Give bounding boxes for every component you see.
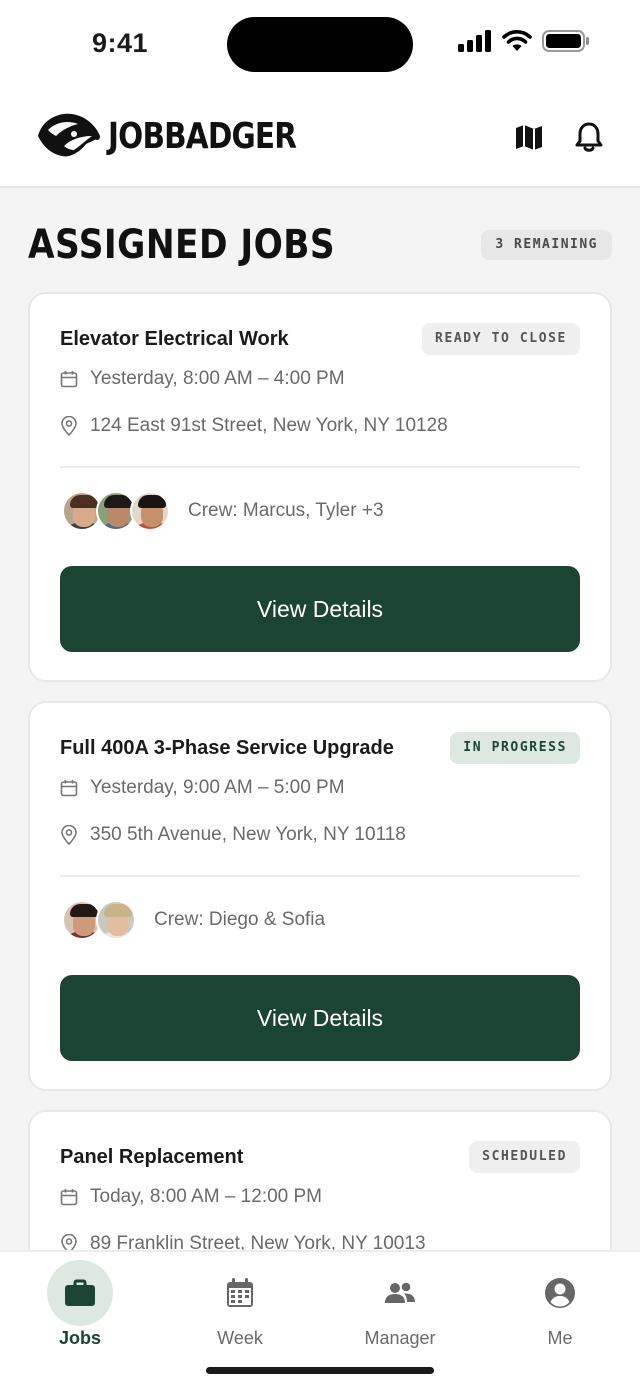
status-bar: 9:41 xyxy=(0,0,640,88)
job-time-text: Today, 8:00 AM – 12:00 PM xyxy=(90,1186,323,1207)
tab-me[interactable]: Me xyxy=(480,1260,640,1360)
job-card: Full 400A 3-Phase Service Upgrade IN PRO… xyxy=(28,701,612,1091)
tab-icon-wrap xyxy=(47,1260,113,1326)
tab-week[interactable]: Week xyxy=(160,1260,320,1360)
status-badge: IN PROGRESS xyxy=(450,732,580,764)
job-time: Yesterday, 9:00 AM – 5:00 PM xyxy=(60,777,345,799)
status-badge: SCHEDULED xyxy=(469,1141,580,1173)
avatar xyxy=(96,900,136,940)
calendar-icon xyxy=(60,371,78,388)
job-time-text: Yesterday, 9:00 AM – 5:00 PM xyxy=(90,777,345,798)
job-title: Panel Replacement xyxy=(60,1146,244,1168)
tab-label: Jobs xyxy=(58,1328,101,1348)
badger-icon xyxy=(38,113,100,157)
status-badge: READY TO CLOSE xyxy=(422,323,580,355)
job-title: Full 400A 3-Phase Service Upgrade xyxy=(60,737,394,759)
signal-icon xyxy=(458,30,491,52)
tab-label: Manager xyxy=(364,1328,436,1348)
job-card: Elevator Electrical Work READY TO CLOSE … xyxy=(28,292,612,682)
tab-label: Week xyxy=(217,1328,263,1348)
page-title: ASSIGNED JOBS xyxy=(28,222,336,268)
crew-row: Crew: Marcus, Tyler +3 xyxy=(62,491,384,531)
map-button[interactable] xyxy=(512,120,546,154)
crew-row: Crew: Diego & Sofia xyxy=(62,900,325,940)
briefcase-icon xyxy=(65,1279,95,1306)
bell-icon xyxy=(575,122,603,152)
avatar xyxy=(130,491,170,531)
dynamic-island xyxy=(227,17,413,72)
location-pin-icon xyxy=(61,416,77,436)
job-address-text: 124 East 91st Street, New York, NY 10128 xyxy=(90,415,448,436)
map-icon xyxy=(516,125,542,150)
tab-jobs[interactable]: Jobs xyxy=(0,1260,160,1360)
home-indicator xyxy=(206,1367,434,1374)
crew-text: Crew: Marcus, Tyler +3 xyxy=(188,500,384,521)
crew-text: Crew: Diego & Sofia xyxy=(154,909,326,930)
brand-name: JOBBADGER xyxy=(108,115,297,157)
person-icon xyxy=(545,1278,575,1308)
location-pin-icon xyxy=(61,825,77,845)
brand-logo[interactable]: JOBBADGER xyxy=(34,106,337,166)
job-time: Yesterday, 8:00 AM – 4:00 PM xyxy=(60,368,345,390)
status-time: 9:41 xyxy=(92,28,149,58)
view-details-button[interactable]: View Details xyxy=(60,566,580,652)
tab-label: Me xyxy=(547,1328,573,1348)
remaining-badge: 3 REMAINING xyxy=(481,230,612,260)
tab-icon-wrap xyxy=(207,1260,273,1326)
calendar-icon xyxy=(227,1278,253,1307)
card-divider xyxy=(60,466,580,468)
app-header: JOBBADGER xyxy=(0,88,640,188)
calendar-icon xyxy=(60,780,78,797)
status-icons xyxy=(458,30,590,52)
tab-icon-wrap xyxy=(367,1260,433,1326)
wifi-icon xyxy=(502,30,532,51)
card-divider xyxy=(60,875,580,877)
tab-manager[interactable]: Manager xyxy=(320,1260,480,1360)
battery-icon xyxy=(542,30,589,52)
job-address: 124 East 91st Street, New York, NY 10128 xyxy=(60,415,448,437)
calendar-icon xyxy=(60,1189,78,1206)
notifications-button[interactable] xyxy=(572,120,606,154)
people-icon xyxy=(385,1282,415,1303)
tab-icon-wrap xyxy=(527,1260,593,1326)
job-title: Elevator Electrical Work xyxy=(60,328,289,350)
job-time-text: Yesterday, 8:00 AM – 4:00 PM xyxy=(90,368,345,389)
view-details-button[interactable]: View Details xyxy=(60,975,580,1061)
job-time: Today, 8:00 AM – 12:00 PM xyxy=(60,1186,322,1208)
job-address-text: 350 5th Avenue, New York, NY 10118 xyxy=(90,824,406,845)
job-address: 350 5th Avenue, New York, NY 10118 xyxy=(60,824,406,846)
